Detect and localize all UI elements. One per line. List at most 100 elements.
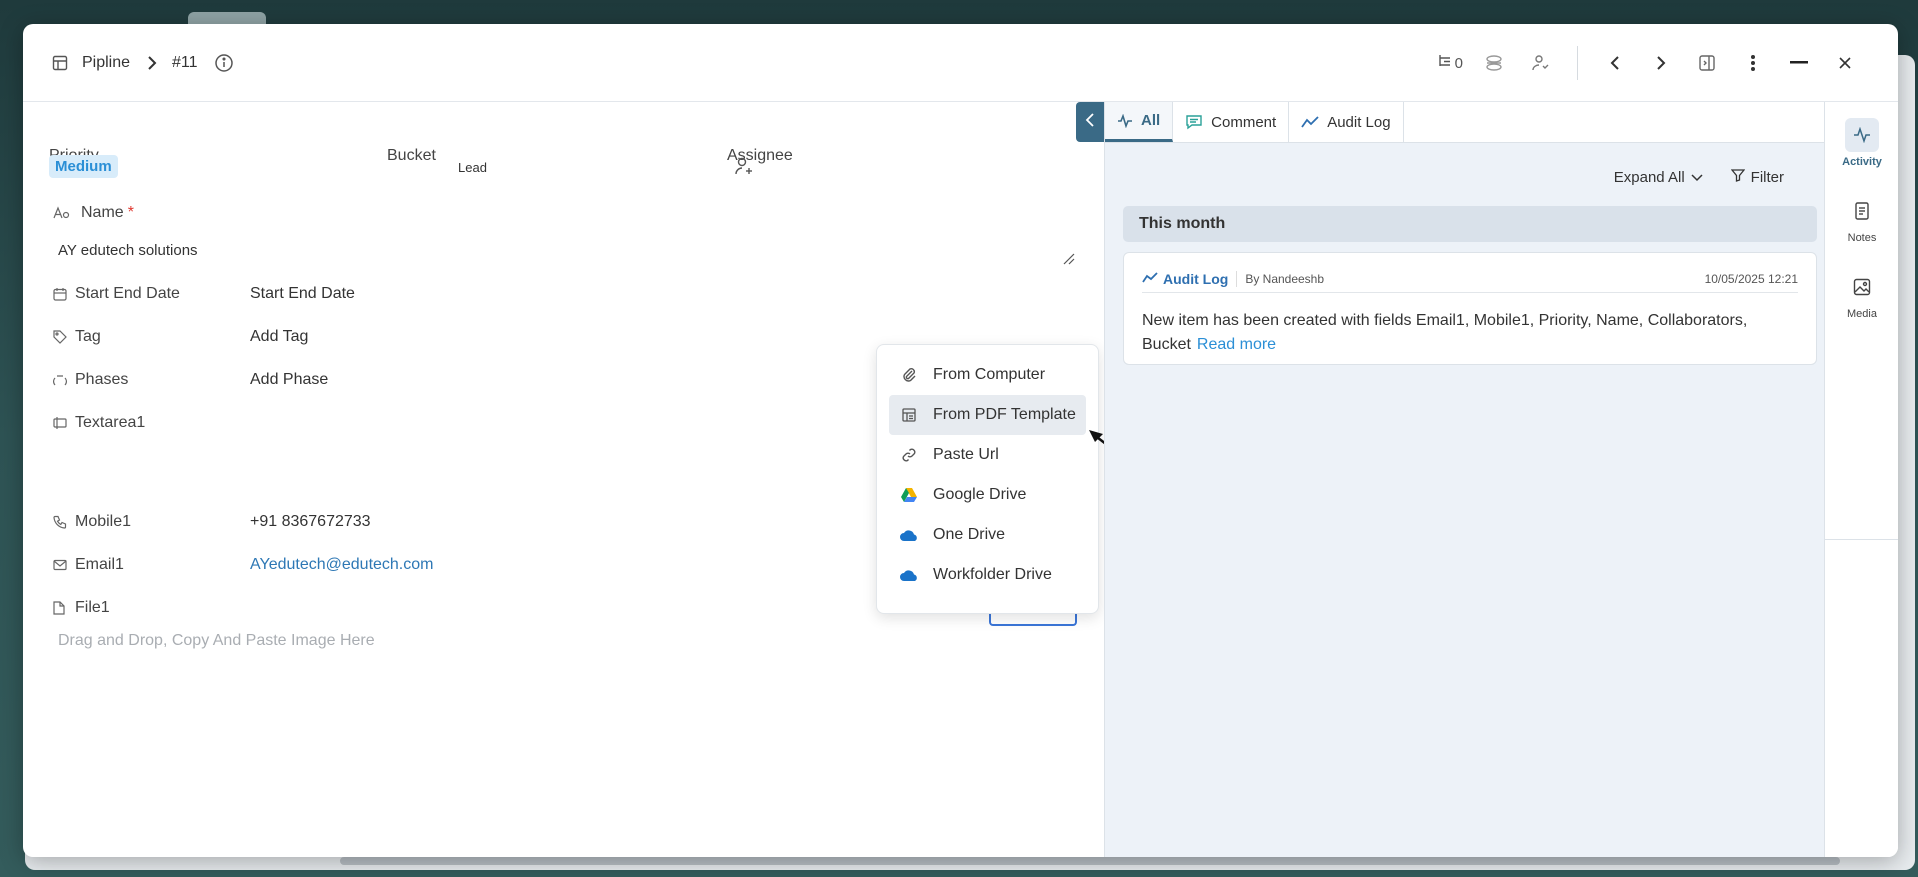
sidebar-item-activity[interactable]: Activity [1825,118,1898,168]
email-link[interactable]: AYedutech@edutech.com [250,556,433,574]
google-drive-icon [899,485,919,505]
table-icon [50,53,70,73]
previous-record-icon[interactable] [1600,48,1630,78]
textarea-row: Textarea1 [53,414,145,432]
breadcrumb-root[interactable]: Pipline [82,54,130,72]
email-label: Email1 [75,556,124,573]
phases-icon [53,373,67,387]
phases-label: Phases [75,371,129,388]
header-divider [1577,46,1578,80]
comment-icon [1185,114,1203,130]
workfolder-drive-icon [899,565,919,585]
start-end-date-picker[interactable]: Start End Date [250,285,355,303]
add-tag-button[interactable]: Add Tag [250,328,308,346]
side-panel-icon[interactable] [1692,48,1722,78]
tab-label: Audit Log [1327,113,1391,131]
bucket-label: Bucket [387,147,436,164]
modal-header: Pipline #11 0 [23,24,1898,102]
activity-tabs: All Comment Audit Log [1105,102,1824,143]
tag-label: Tag [75,328,101,345]
menu-item-label: Google Drive [933,486,1027,503]
collapse-panel-button[interactable] [1076,102,1104,142]
assign-user-icon[interactable] [1525,48,1555,78]
start-end-date-label: Start End Date [75,285,180,302]
expand-all-label: Expand All [1613,168,1685,186]
resize-handle-icon[interactable] [1063,252,1075,270]
trend-icon [1142,271,1158,287]
right-sidebar: Activity Notes Media [1824,102,1898,857]
info-icon[interactable] [214,53,234,73]
name-input[interactable]: AY edutech solutions [58,242,198,259]
phone-icon [53,515,67,529]
chevron-right-icon [146,56,158,70]
menu-item-google-drive[interactable]: Google Drive [889,475,1086,515]
menu-item-from-computer[interactable]: From Computer [889,355,1086,395]
add-phase-button[interactable]: Add Phase [250,371,328,389]
sidebar-label: Activity [1842,156,1882,168]
entry-body: New item has been created with fields Em… [1142,309,1776,357]
priority-badge[interactable]: Medium [49,155,118,178]
menu-item-from-pdf-template[interactable]: From PDF Template [889,395,1086,435]
entry-author: By Nandeeshb [1245,271,1325,286]
menu-item-label: From Computer [933,366,1046,383]
tab-comment[interactable]: Comment [1173,102,1290,142]
activity-toolbar: Expand All Filter [1586,168,1784,186]
tab-all[interactable]: All [1105,102,1174,142]
menu-item-label: One Drive [933,526,1006,543]
sidebar-item-notes[interactable]: Notes [1825,194,1898,244]
name-field-row: Name * [53,204,134,222]
subitems-counter[interactable]: 0 [1437,48,1463,78]
entry-header: Audit Log By Nandeeshb 10/05/2025 12:21 [1142,265,1798,293]
add-assignee-icon[interactable] [734,156,754,181]
paperclip-icon [899,365,919,385]
onedrive-icon [899,525,919,545]
link-icon [899,445,919,465]
close-icon[interactable] [1830,48,1860,78]
mobile-value[interactable]: +91 8367672733 [250,513,371,531]
sidebar-item-media[interactable]: Media [1825,270,1898,320]
filter-button[interactable]: Filter [1730,168,1784,186]
phases-row: Phases [53,371,128,389]
next-record-icon[interactable] [1646,48,1676,78]
subitems-count: 0 [1454,54,1463,72]
group-header[interactable]: This month [1123,206,1817,242]
menu-item-paste-url[interactable]: Paste Url [889,435,1086,475]
upload-source-menu: From Computer From PDF Template Paste Ur… [876,344,1099,614]
entry-date: 10/05/2025 12:21 [1704,271,1798,286]
menu-item-workfolder-drive[interactable]: Workfolder Drive [889,555,1086,595]
chevron-left-icon [1085,112,1095,132]
bucket-value[interactable]: Lead [458,160,487,175]
read-more-link[interactable]: Read more [1197,336,1276,353]
mail-icon [53,558,67,572]
tag-icon [53,330,67,344]
text-type-icon [53,206,73,220]
link-records-icon[interactable] [1479,48,1509,78]
activity-entry: Audit Log By Nandeeshb 10/05/2025 12:21 … [1123,252,1817,365]
email-row: Email1 [53,556,124,574]
mobile-row: Mobile1 [53,513,131,531]
trend-icon [1301,115,1319,129]
tab-label: All [1141,112,1161,129]
minimize-icon[interactable] [1784,48,1814,78]
tag-row: Tag [53,328,101,346]
textarea-icon [53,416,67,430]
required-marker: * [127,204,134,221]
horizontal-scrollbar[interactable] [340,857,1840,865]
hierarchy-icon [1437,53,1453,73]
record-id: #11 [172,54,198,71]
breadcrumb: Pipline #11 [50,50,234,76]
menu-item-one-drive[interactable]: One Drive [889,515,1086,555]
entry-type: Audit Log [1142,270,1238,287]
chevron-down-icon [1691,169,1703,186]
file-dropzone[interactable]: Drag and Drop, Copy And Paste Image Here [58,632,375,650]
template-icon [899,405,919,425]
expand-all-button[interactable]: Expand All [1614,169,1703,186]
name-label: Name [81,204,124,221]
more-options-icon[interactable] [1738,48,1768,78]
header-actions: 0 [1437,46,1860,80]
activity-panel: All Comment Audit Log Expand All Filter … [1104,102,1824,857]
tab-audit-log[interactable]: Audit Log [1289,102,1404,142]
file-label: File1 [75,599,110,616]
sidebar-label: Notes [1847,232,1877,244]
file-row: File1 [53,599,110,617]
